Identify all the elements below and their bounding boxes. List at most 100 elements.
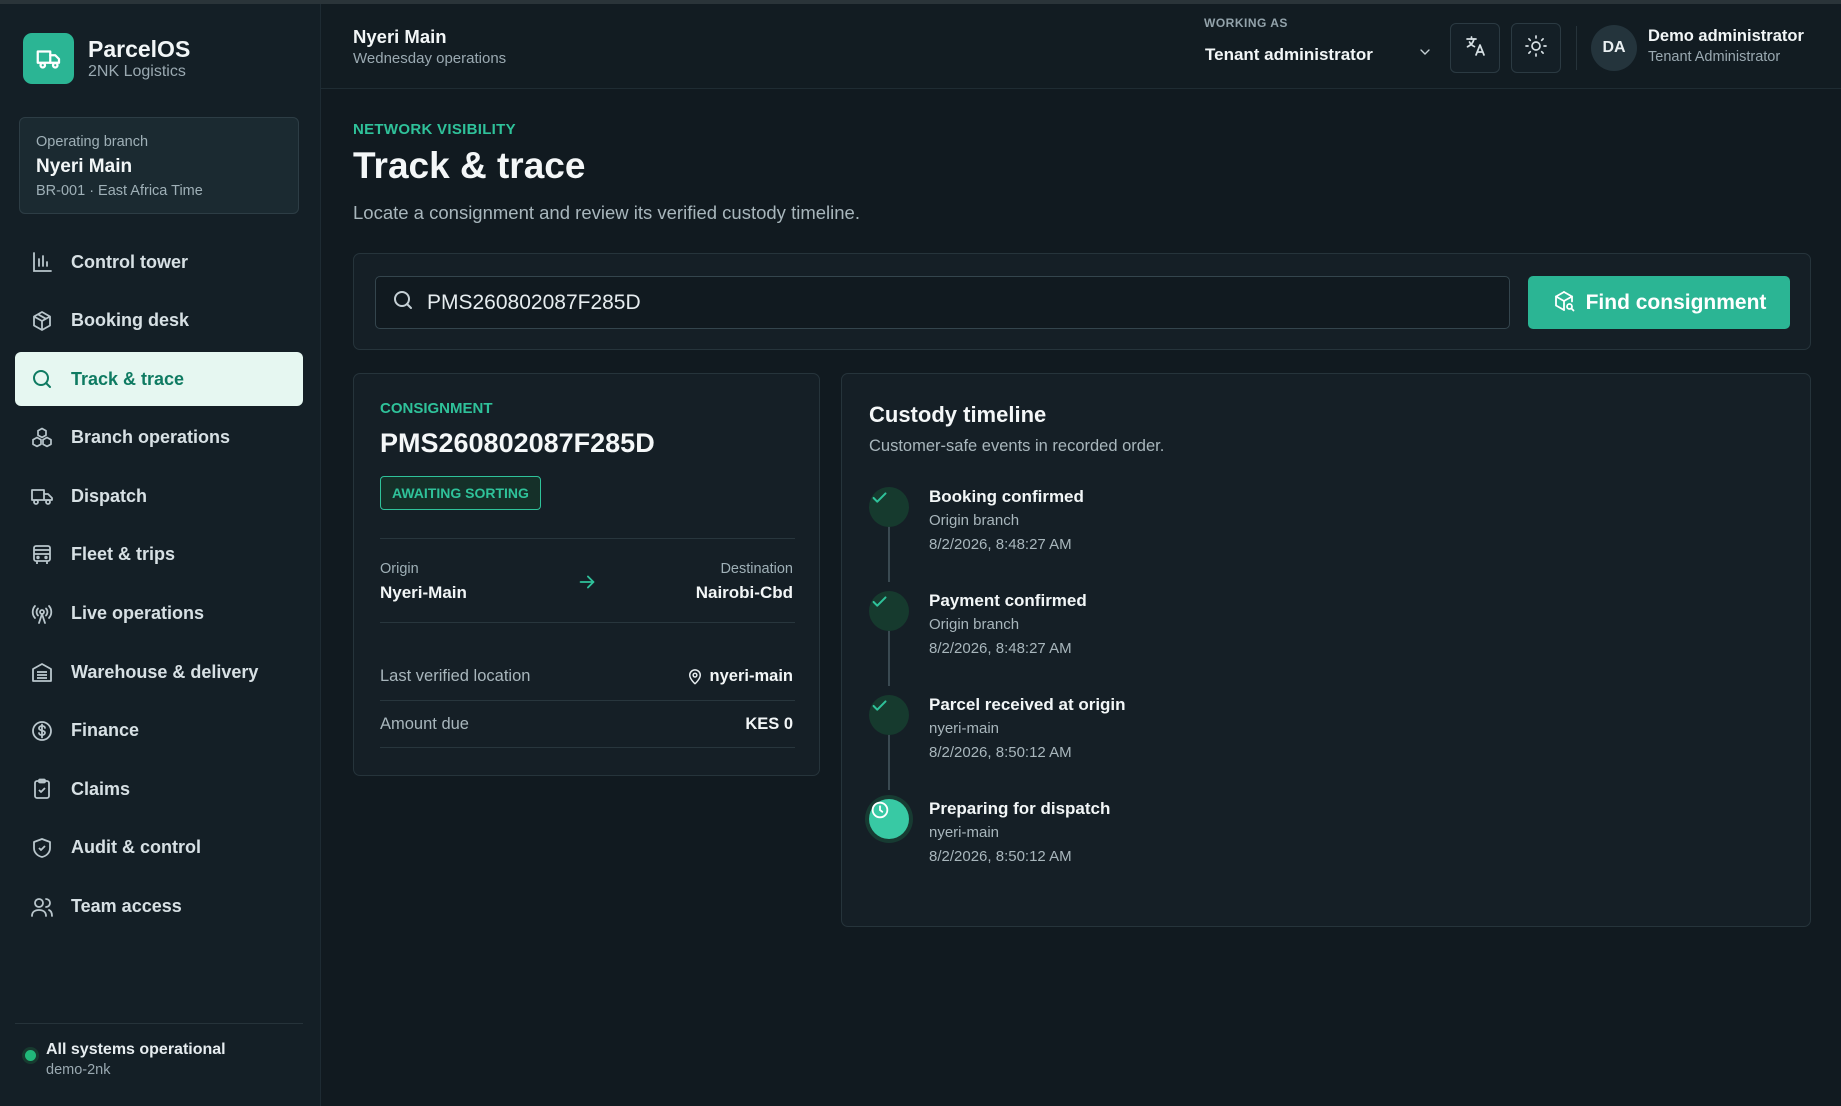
language-button[interactable] xyxy=(1450,23,1500,73)
arrow-right-icon xyxy=(576,571,598,598)
sidebar-item-fleet-trips[interactable]: Fleet & trips xyxy=(15,528,303,582)
consignment-eyebrow: CONSIGNMENT xyxy=(380,400,493,417)
sidebar-item-label: Claims xyxy=(71,778,131,799)
map-pin-icon xyxy=(686,668,704,686)
header-branch-title: Nyeri Main xyxy=(353,26,447,47)
header-divider xyxy=(1576,26,1577,70)
branch-meta: BR-001 · East Africa Time xyxy=(36,183,203,199)
sidebar: ParcelOS 2NK Logistics Operating branch … xyxy=(0,4,321,1106)
tenant-id: demo-2nk xyxy=(46,1062,111,1078)
warehouse-icon xyxy=(29,659,55,685)
sidebar-item-label: Fleet & trips xyxy=(71,544,176,565)
divider xyxy=(380,538,795,539)
working-as-select[interactable]: Tenant administrator xyxy=(1205,44,1433,65)
destination-value: Nairobi-Cbd xyxy=(695,583,793,602)
find-consignment-button[interactable]: Find consignment xyxy=(1528,276,1790,329)
timeline-event-title: Payment confirmed xyxy=(929,591,1087,610)
translate-icon xyxy=(1463,34,1487,63)
system-status-text: All systems operational xyxy=(46,1041,226,1058)
timeline-title: Custody timeline xyxy=(869,402,1047,427)
truck-icon xyxy=(29,483,55,509)
timeline-event-title: Preparing for dispatch xyxy=(929,799,1111,818)
operating-branch-card[interactable]: Operating branch Nyeri Main BR-001 · Eas… xyxy=(19,117,299,214)
last-location-text: nyeri-main xyxy=(709,667,793,685)
status-badge: AWAITING SORTING xyxy=(380,476,541,510)
sidebar-item-claims[interactable]: Claims xyxy=(15,762,303,816)
sidebar-nav: Control tower Booking desk Track & trace… xyxy=(15,235,303,938)
branch-label: Operating branch xyxy=(36,134,149,150)
sidebar-item-label: Finance xyxy=(71,720,140,741)
sidebar-item-audit-control[interactable]: Audit & control xyxy=(15,821,303,875)
sidebar-item-label: Team access xyxy=(71,896,182,917)
sidebar-item-control-tower[interactable]: Control tower xyxy=(15,235,303,289)
clipboard-check-icon xyxy=(29,776,55,802)
find-consignment-label: Find consignment xyxy=(1585,290,1767,314)
timeline-event-time: 8/2/2026, 8:48:27 AM xyxy=(929,536,1072,553)
destination-label: Destination xyxy=(720,561,793,577)
origin-label: Origin xyxy=(380,561,419,577)
sidebar-item-branch-operations[interactable]: Branch operations xyxy=(15,411,303,465)
sidebar-item-team-access[interactable]: Team access xyxy=(15,880,303,934)
brand[interactable]: ParcelOS 2NK Logistics xyxy=(23,33,190,84)
bar-chart-icon xyxy=(29,249,55,275)
last-location-label: Last verified location xyxy=(380,667,531,685)
brand-subtitle: 2NK Logistics xyxy=(88,62,186,80)
search-card: Find consignment xyxy=(353,253,1811,350)
timeline-event-title: Parcel received at origin xyxy=(929,695,1126,714)
sidebar-item-dispatch[interactable]: Dispatch xyxy=(15,469,303,523)
timeline-node-current xyxy=(869,799,909,839)
sidebar-item-label: Audit & control xyxy=(71,837,201,858)
page-description: Locate a consignment and review its veri… xyxy=(353,202,860,223)
sidebar-item-warehouse-delivery[interactable]: Warehouse & delivery xyxy=(15,645,303,699)
timeline-event-time: 8/2/2026, 8:50:12 AM xyxy=(929,848,1072,865)
sidebar-item-label: Branch operations xyxy=(71,427,231,448)
consignment-search-input[interactable] xyxy=(427,280,1509,325)
avatar[interactable]: DA xyxy=(1591,25,1637,71)
bus-icon xyxy=(29,542,55,568)
origin-value: Nyeri-Main xyxy=(380,583,467,602)
page-title: Track & trace xyxy=(353,145,586,186)
working-as-label: WORKING AS xyxy=(1204,16,1288,30)
check-icon xyxy=(869,591,891,618)
timeline-node-done xyxy=(869,695,909,735)
timeline-event-location: nyeri-main xyxy=(929,824,1000,841)
custody-timeline-card: Custody timeline Customer-safe events in… xyxy=(841,373,1811,927)
clock-icon xyxy=(869,799,891,826)
search-icon xyxy=(29,366,55,392)
sun-icon xyxy=(1524,34,1548,63)
timeline-event-title: Booking confirmed xyxy=(929,487,1084,506)
sidebar-item-label: Control tower xyxy=(71,251,188,272)
sidebar-item-track-trace[interactable]: Track & trace xyxy=(15,352,303,407)
sidebar-item-finance[interactable]: Finance xyxy=(15,704,303,758)
check-icon xyxy=(869,695,891,722)
timeline-event-location: nyeri-main xyxy=(929,720,1000,737)
package-icon xyxy=(29,308,55,334)
working-as-value: Tenant administrator xyxy=(1205,44,1373,64)
sidebar-item-label: Live operations xyxy=(71,603,205,624)
radio-tower-icon xyxy=(29,601,55,627)
sidebar-item-label: Warehouse & delivery xyxy=(71,661,259,682)
shield-check-icon xyxy=(29,835,55,861)
sidebar-item-live-operations[interactable]: Live operations xyxy=(15,587,303,641)
sidebar-item-label: Track & trace xyxy=(71,368,185,389)
timeline-event-location: Origin branch xyxy=(929,512,1020,529)
consignment-card: CONSIGNMENT PMS260802087F285D AWAITING S… xyxy=(353,373,820,776)
system-status: All systems operational demo-2nk xyxy=(15,1023,303,1080)
timeline-event-location: Origin branch xyxy=(929,616,1020,633)
timeline-event-time: 8/2/2026, 8:50:12 AM xyxy=(929,744,1072,761)
timeline-node-done xyxy=(869,591,909,631)
last-location-value: nyeri-main xyxy=(686,667,793,686)
sidebar-item-booking-desk[interactable]: Booking desk xyxy=(15,294,303,348)
sidebar-item-label: Booking desk xyxy=(71,310,190,331)
sidebar-item-label: Dispatch xyxy=(71,485,148,506)
amount-due-label: Amount due xyxy=(380,715,469,733)
page-eyebrow: NETWORK VISIBILITY xyxy=(353,121,516,138)
search-box[interactable] xyxy=(375,276,1510,329)
status-dot-icon xyxy=(25,1050,36,1061)
theme-toggle-button[interactable] xyxy=(1511,23,1561,73)
boxes-icon xyxy=(29,425,55,451)
timeline-description: Customer-safe events in recorded order. xyxy=(869,437,1165,455)
divider xyxy=(380,700,795,701)
brand-name: ParcelOS xyxy=(88,35,191,62)
dollar-circle-icon xyxy=(29,718,55,744)
